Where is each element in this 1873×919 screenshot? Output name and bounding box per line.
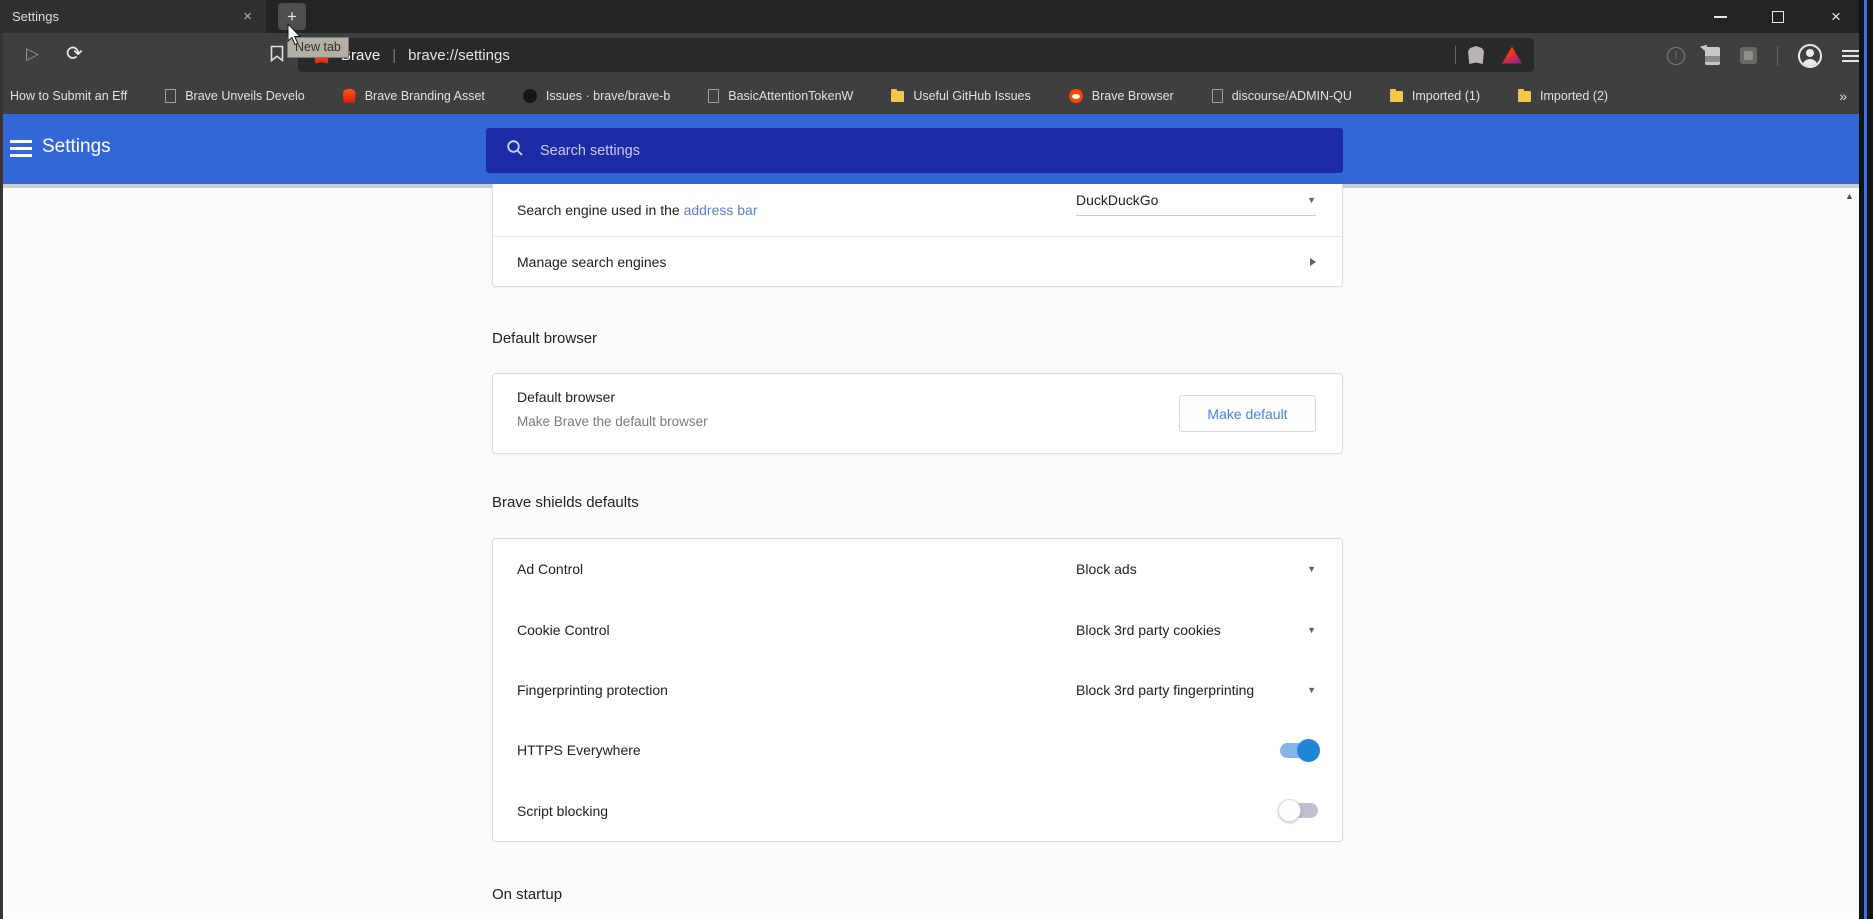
bookmark-item[interactable]: How to Submit an Eff <box>10 89 127 103</box>
toolbar-actions: ! <box>1667 33 1859 78</box>
bookmark-item[interactable]: Issues · brave/brave-b <box>522 89 670 103</box>
cookie-control-select[interactable]: Block 3rd party cookies ▼ <box>1076 622 1316 638</box>
maximize-icon <box>1772 10 1784 23</box>
settings-title: Settings <box>42 136 111 157</box>
reload-button[interactable]: ⟳ <box>66 41 83 66</box>
bookmark-this-page-icon[interactable] <box>270 45 284 67</box>
brave-shield-icon <box>342 88 356 104</box>
page-icon <box>708 89 720 103</box>
folder-icon <box>891 88 905 102</box>
subpage-arrow-icon <box>1310 257 1316 266</box>
brave-shields-heading: Brave shields defaults <box>492 494 639 511</box>
close-icon: × <box>1831 7 1841 26</box>
ad-control-select[interactable]: Block ads ▼ <box>1076 561 1316 577</box>
toolbar-divider <box>1777 45 1778 66</box>
fingerprinting-protection-row: Fingerprinting protection Block 3rd part… <box>517 682 1316 699</box>
script-blocking-toggle[interactable] <box>1278 799 1318 823</box>
bookmarks-overflow-icon[interactable]: » <box>1839 88 1847 104</box>
window-left-border <box>0 33 3 919</box>
fingerprinting-select[interactable]: Block 3rd party fingerprinting ▼ <box>1076 682 1316 698</box>
ad-control-row: Ad Control Block ads ▼ <box>517 561 1316 578</box>
dropdown-arrow-icon: ▼ <box>1307 624 1316 635</box>
settings-menu-icon[interactable] <box>10 140 32 157</box>
save-pdf-icon[interactable] <box>1705 46 1720 65</box>
settings-content: ▲ Search engine used in the address bar … <box>0 184 1859 919</box>
tab-bar: Settings × + × <box>0 0 1873 33</box>
mouse-cursor <box>287 22 302 51</box>
bookmark-item[interactable]: Brave Browser <box>1068 89 1174 103</box>
default-browser-row-subtitle: Make Brave the default browser <box>517 414 708 429</box>
dropdown-arrow-icon: ▼ <box>1307 195 1316 205</box>
default-browser-card: Default browser Make Brave the default b… <box>492 373 1343 454</box>
browser-window: Settings × + × ▷ ⟳ Brave | brave://setti… <box>0 0 1873 919</box>
make-default-button[interactable]: Make default <box>1179 395 1316 432</box>
info-icon[interactable]: ! <box>1667 46 1685 65</box>
search-engine-card: Search engine used in the address bar Du… <box>492 184 1343 287</box>
bookmark-item[interactable]: Brave Unveils Develo <box>165 89 305 103</box>
profile-avatar[interactable] <box>1798 43 1822 68</box>
folder-icon <box>1389 88 1403 102</box>
badge-separator: | <box>392 46 397 64</box>
window-right-border <box>1859 0 1873 919</box>
tab-settings[interactable]: Settings × <box>0 0 266 33</box>
address-bar[interactable]: Brave | brave://settings <box>298 38 1534 72</box>
search-input[interactable] <box>540 142 1140 159</box>
on-startup-heading: On startup <box>492 886 563 903</box>
forward-button[interactable]: ▷ <box>26 44 39 64</box>
address-bar-link[interactable]: address bar <box>684 202 758 218</box>
brave-shield-icon[interactable] <box>1468 46 1484 64</box>
window-controls: × <box>1691 0 1865 33</box>
search-engine-label: Search engine used in the address bar <box>517 202 758 218</box>
dropdown-arrow-icon: ▼ <box>1307 685 1316 696</box>
url-text[interactable]: brave://settings <box>408 47 1443 64</box>
script-blocking-row: Script blocking <box>493 781 1342 841</box>
scroll-up-icon[interactable]: ▲ <box>1845 191 1854 201</box>
bookmarks-bar: How to Submit an Eff Brave Unveils Devel… <box>0 78 1873 114</box>
minimize-button[interactable] <box>1691 0 1749 33</box>
tab-title: Settings <box>12 9 59 24</box>
cookie-control-row: Cookie Control Block 3rd party cookies ▼ <box>517 621 1316 638</box>
browser-menu-icon[interactable] <box>1842 49 1859 62</box>
extension-icon[interactable] <box>1740 47 1757 64</box>
minimize-icon <box>1713 15 1727 18</box>
reddit-icon <box>1068 89 1083 103</box>
manage-search-engines-row[interactable]: Manage search engines <box>493 236 1342 286</box>
search-engine-select[interactable]: DuckDuckGo ▼ <box>1076 192 1316 216</box>
bookmark-folder[interactable]: Imported (2) <box>1518 88 1608 103</box>
default-browser-row-title: Default browser <box>517 389 616 405</box>
https-everywhere-row: HTTPS Everywhere <box>493 720 1342 780</box>
folder-icon <box>1518 88 1531 102</box>
address-bar-divider <box>1455 46 1456 64</box>
bookmark-folder[interactable]: Imported (1) <box>1389 88 1480 103</box>
settings-header: Settings <box>0 114 1873 184</box>
bookmark-item[interactable]: discourse/ADMIN-QU <box>1211 89 1352 103</box>
github-icon <box>522 89 537 103</box>
search-icon <box>506 139 524 162</box>
toolbar: ▷ ⟳ Brave | brave://settings ! <box>0 33 1873 78</box>
page-icon <box>165 89 177 103</box>
settings-search-box[interactable] <box>486 128 1343 173</box>
page-icon <box>1211 89 1223 103</box>
default-browser-heading: Default browser <box>492 330 598 347</box>
bookmark-folder[interactable]: Useful GitHub Issues <box>891 88 1031 103</box>
close-button[interactable]: × <box>1807 0 1865 33</box>
bookmark-item[interactable]: BasicAttentionTokenW <box>708 89 853 103</box>
bat-triangle-icon[interactable] <box>1502 46 1522 64</box>
tab-close-icon[interactable]: × <box>239 8 256 25</box>
search-engine-row: Search engine used in the address bar Du… <box>493 184 1342 236</box>
maximize-button[interactable] <box>1749 0 1807 33</box>
brave-shields-card: Ad Control Block ads ▼ Cookie Control Bl… <box>492 538 1343 842</box>
bookmark-item[interactable]: Brave Branding Asset <box>342 88 485 104</box>
dropdown-arrow-icon: ▼ <box>1307 564 1316 575</box>
https-everywhere-toggle[interactable] <box>1280 738 1320 762</box>
